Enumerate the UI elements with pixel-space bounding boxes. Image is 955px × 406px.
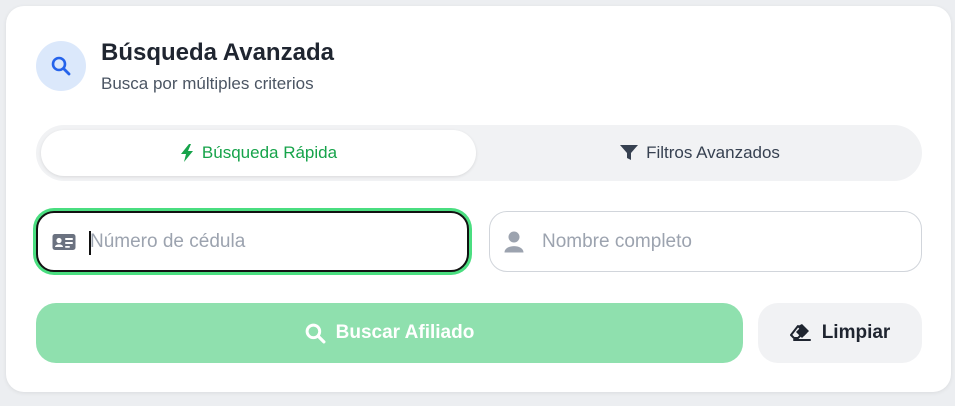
user-icon bbox=[504, 231, 524, 253]
tab-advanced-filters-label: Filtros Avanzados bbox=[646, 143, 780, 162]
clear-label: Limpiar bbox=[821, 322, 891, 343]
page-title: Búsqueda Avanzada bbox=[101, 39, 334, 66]
search-mode-tabs: Búsqueda Rápida Filtros Avanzados bbox=[36, 125, 922, 181]
text-cursor bbox=[89, 231, 91, 255]
tab-quick-search-label: Búsqueda Rápida bbox=[201, 143, 338, 162]
search-icon bbox=[36, 41, 86, 91]
bolt-icon bbox=[180, 144, 194, 162]
search-affiliate-label: Buscar Afiliado bbox=[335, 322, 475, 343]
nombre-field[interactable] bbox=[489, 211, 922, 272]
advanced-search-card: Búsqueda Avanzada Busca por múltiples cr… bbox=[6, 6, 951, 392]
id-card-icon bbox=[52, 233, 76, 251]
nombre-input[interactable] bbox=[540, 229, 905, 254]
eraser-icon bbox=[789, 324, 812, 342]
tab-advanced-filters[interactable]: Filtros Avanzados bbox=[483, 130, 917, 176]
tab-quick-search[interactable]: Búsqueda Rápida bbox=[41, 130, 476, 176]
clear-button[interactable]: Limpiar bbox=[758, 303, 922, 363]
search-icon bbox=[305, 323, 326, 344]
page-subtitle: Busca por múltiples criterios bbox=[101, 74, 314, 93]
search-affiliate-button[interactable]: Buscar Afiliado bbox=[36, 303, 743, 363]
cedula-field[interactable] bbox=[36, 211, 469, 272]
cedula-input[interactable] bbox=[88, 229, 451, 254]
filter-icon bbox=[620, 145, 639, 161]
